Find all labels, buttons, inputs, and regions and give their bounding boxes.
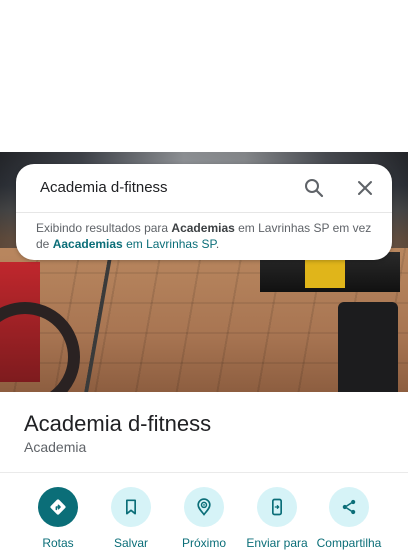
place-title: Academia d-fitness — [24, 411, 212, 436]
search-correction-notice: Exibindo resultados para Academias em La… — [36, 220, 376, 252]
sheet-divider — [0, 472, 408, 473]
save-button[interactable]: Salvar — [95, 487, 167, 551]
place-category[interactable]: Academia — [24, 438, 86, 456]
send-to-phone-icon — [272, 498, 282, 516]
photo-rack-detail — [305, 258, 345, 288]
place-sheet: Academia d-fitness Academia Rotas Salvar — [0, 392, 408, 550]
search-icon[interactable] — [302, 176, 326, 200]
send-to-phone-label: Enviar para — [246, 536, 308, 550]
save-label: Salvar — [113, 536, 148, 550]
directions-label: Rotas — [42, 536, 74, 550]
original-query-rest: em Lavrinhas SP — [122, 237, 216, 251]
directions-button[interactable]: Rotas — [22, 487, 94, 551]
notice-suffix: . — [215, 237, 220, 251]
notice-prefix: Exibindo resultados para — [36, 221, 172, 235]
action-bar: Rotas Salvar Próximo Enviar para Compart… — [0, 487, 408, 550]
directions-icon — [50, 499, 66, 515]
original-query-link[interactable]: Aacademias em Lavrinhas SP — [53, 237, 216, 251]
share-button[interactable]: Compartilha — [313, 487, 385, 551]
send-to-phone-button[interactable]: Enviar para — [241, 487, 313, 551]
share-icon — [342, 499, 356, 515]
photo-chair — [338, 302, 398, 392]
nearby-button[interactable]: Próximo — [168, 487, 240, 551]
search-card: Academia d-fitness Exibindo resultados p… — [16, 164, 392, 260]
nearby-label: Próximo — [181, 536, 226, 550]
search-divider — [16, 212, 392, 213]
search-input[interactable]: Academia d-fitness — [40, 178, 168, 198]
nearby-icon — [197, 498, 211, 516]
close-icon[interactable] — [353, 176, 377, 200]
notice-term: Academias — [171, 221, 235, 235]
bookmark-icon — [126, 499, 136, 515]
share-label: Compartilha — [316, 536, 382, 550]
original-query-term: Aacademias — [52, 237, 123, 251]
